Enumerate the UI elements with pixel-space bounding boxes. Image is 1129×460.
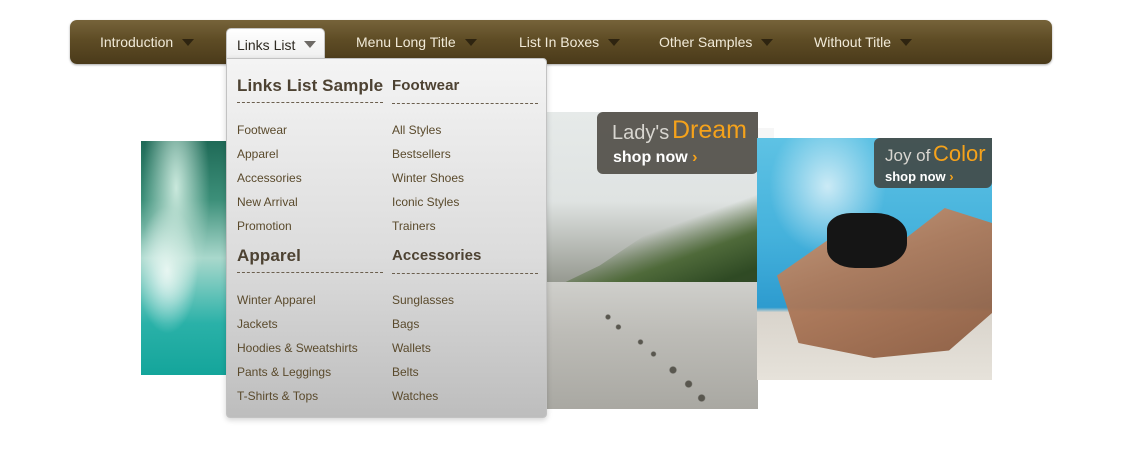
- banner-color-shop-now[interactable]: shop now ›: [885, 169, 954, 184]
- dropdown-link[interactable]: Sunglasses: [392, 293, 454, 307]
- dropdown-link[interactable]: Bestsellers: [392, 147, 451, 161]
- dropdown-link[interactable]: Apparel: [237, 147, 278, 161]
- dropdown-link[interactable]: New Arrival: [237, 195, 298, 209]
- main-navbar: Introduction Links List Menu Long Title …: [70, 20, 1052, 64]
- links-list-dropdown: Links List Sample Footwear Apparel Acces…: [226, 58, 547, 418]
- banner-dream-line2: Dream: [672, 116, 748, 144]
- nav-item-label: Without Title: [814, 34, 892, 50]
- chevron-right-icon: ›: [692, 149, 698, 166]
- dropdown-link[interactable]: Iconic Styles: [392, 195, 459, 209]
- nav-item-without-title[interactable]: Without Title: [814, 20, 913, 64]
- caret-down-icon: [182, 39, 195, 46]
- dropdown-link[interactable]: Footwear: [237, 123, 287, 137]
- nav-item-label: List In Boxes: [519, 34, 600, 50]
- nav-item-label: Menu Long Title: [356, 34, 456, 50]
- banner-dream-cta: shop now: [613, 149, 688, 166]
- banner-color-line2: Color: [933, 141, 986, 166]
- carousel-image-waterfall[interactable]: [141, 141, 229, 375]
- dropdown-link[interactable]: T-Shirts & Tops: [237, 389, 318, 403]
- dropdown-link[interactable]: All Styles: [392, 123, 441, 137]
- banner-dream-line1: Lady's: [612, 122, 670, 144]
- pool-swimsuit: [827, 213, 907, 268]
- dropdown-link[interactable]: Bags: [392, 317, 419, 331]
- dropdown-link[interactable]: Pants & Leggings: [237, 365, 331, 379]
- caret-down-icon: [608, 39, 621, 46]
- dropdown-link[interactable]: Winter Shoes: [392, 171, 464, 185]
- section-title: Apparel: [237, 246, 383, 273]
- caret-down-icon: [900, 39, 913, 46]
- caret-down-icon: [304, 41, 317, 48]
- footprints: [582, 302, 712, 402]
- dropdown-link[interactable]: Trainers: [392, 219, 436, 233]
- dropdown-link[interactable]: Winter Apparel: [237, 293, 316, 307]
- caret-down-icon: [761, 39, 774, 46]
- dropdown-link[interactable]: Accessories: [237, 171, 302, 185]
- dropdown-link[interactable]: Belts: [392, 365, 419, 379]
- nav-item-label: Links List: [237, 37, 296, 53]
- dropdown-link[interactable]: Promotion: [237, 219, 292, 233]
- section-title: Links List Sample: [237, 76, 383, 103]
- section-title: Accessories: [392, 247, 538, 274]
- nav-item-label: Introduction: [100, 34, 174, 50]
- banner-dream-shop-now[interactable]: shop now ›: [613, 149, 697, 167]
- banner-color-cta: shop now: [885, 169, 946, 184]
- dropdown-link[interactable]: Watches: [392, 389, 438, 403]
- nav-item-introduction[interactable]: Introduction: [100, 20, 195, 64]
- caret-down-icon: [464, 39, 477, 46]
- banner-color-line1: Joy of: [885, 146, 931, 165]
- banner-ladys-dream[interactable]: Lady's Dream shop now ›: [597, 112, 758, 174]
- dropdown-link[interactable]: Jackets: [237, 317, 278, 331]
- dropdown-link[interactable]: Hoodies & Sweatshirts: [237, 341, 358, 355]
- nav-item-other-samples[interactable]: Other Samples: [659, 20, 774, 64]
- banner-joy-of-color[interactable]: Joy of Color shop now ›: [874, 138, 992, 188]
- chevron-right-icon: ›: [949, 169, 954, 184]
- nav-item-label: Other Samples: [659, 34, 753, 50]
- section-title: Footwear: [392, 77, 538, 104]
- dropdown-link[interactable]: Wallets: [392, 341, 431, 355]
